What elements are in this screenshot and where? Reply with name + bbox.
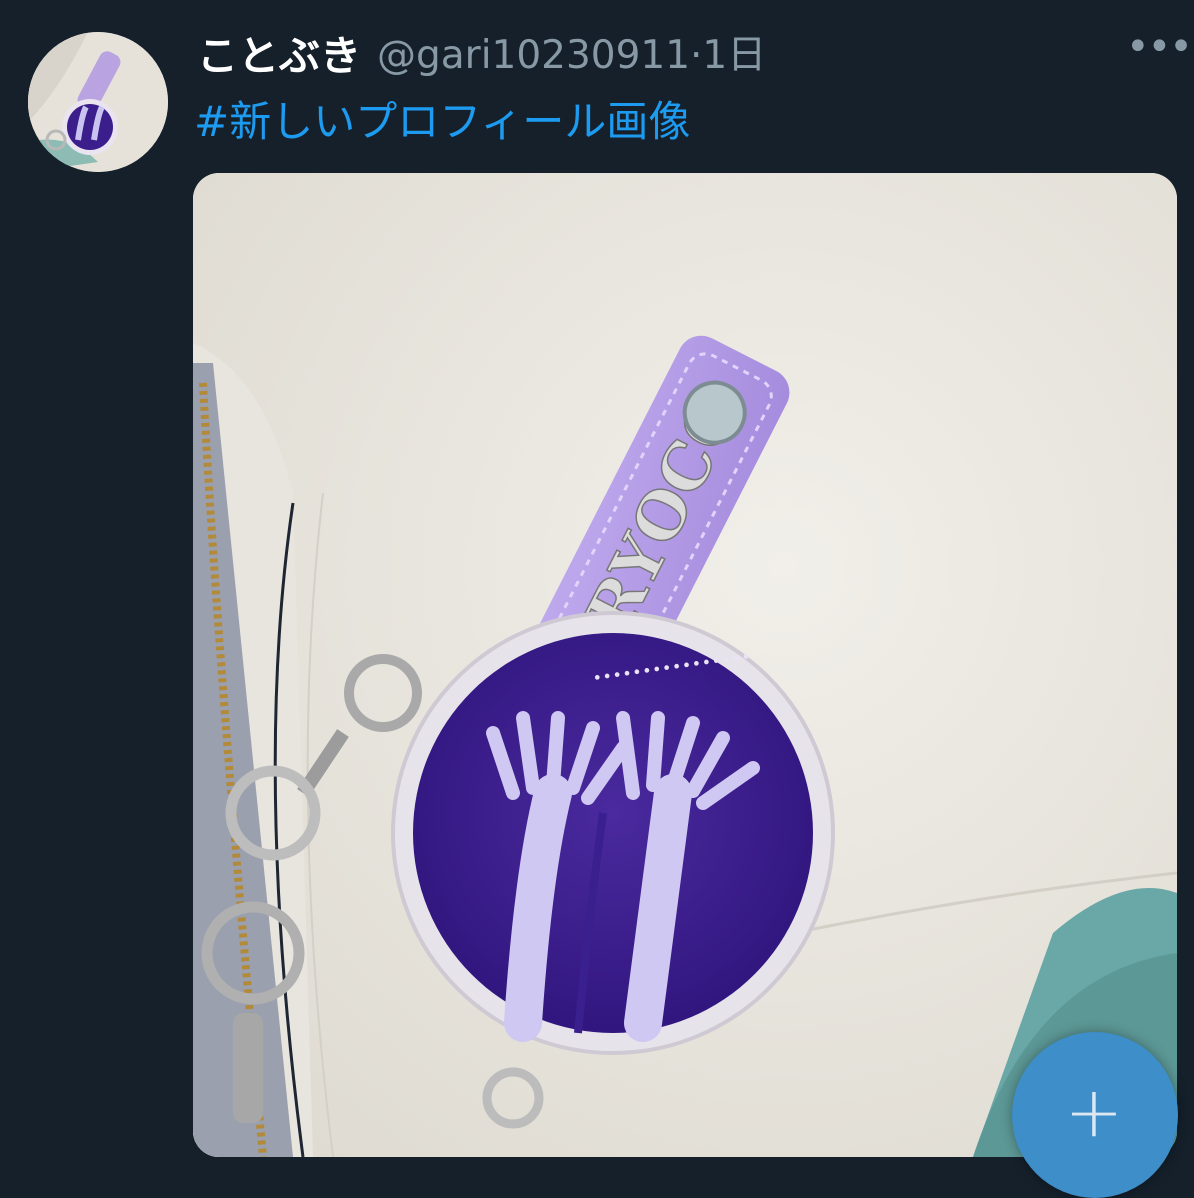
- compose-fab-button[interactable]: +: [1012, 1032, 1178, 1198]
- more-horizontal-icon[interactable]: •••: [1126, 27, 1193, 68]
- handle-and-time[interactable]: @gari10230911·1日: [377, 24, 766, 80]
- tweet-media-image[interactable]: RYOCO ∙∙∙∙∙∙∙∙∙∙∙∙∙∙∙∙: [193, 173, 1177, 1157]
- profile-avatar[interactable]: [28, 32, 168, 172]
- hashtag-link[interactable]: #新しいプロフィール画像: [194, 88, 690, 149]
- plus-icon: +: [1064, 1071, 1124, 1153]
- tweet-header: ことぶき @gari10230911·1日: [197, 24, 1174, 80]
- avatar-image: [28, 32, 168, 172]
- display-name[interactable]: ことぶき: [197, 22, 361, 82]
- photo-content: RYOCO ∙∙∙∙∙∙∙∙∙∙∙∙∙∙∙∙: [193, 173, 1177, 1157]
